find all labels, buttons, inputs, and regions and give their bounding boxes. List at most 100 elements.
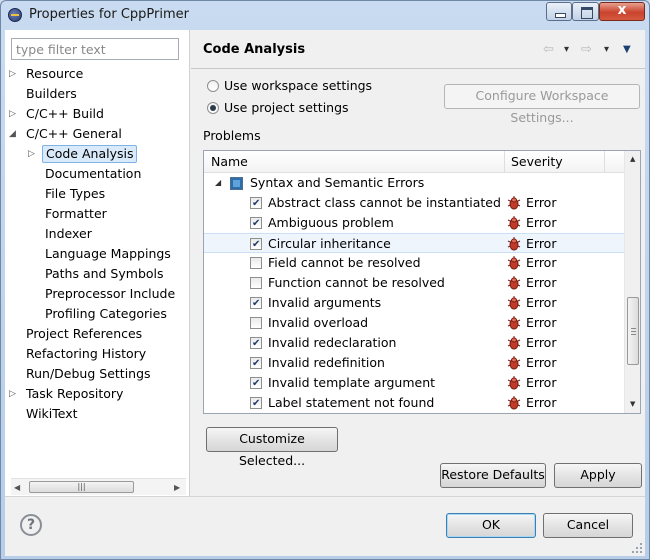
tree-item-label: Documentation — [45, 166, 142, 181]
problems-table[interactable]: Name Severity ◢ Syntax and Semantic Erro… — [203, 150, 641, 414]
tree-item[interactable]: Project References — [23, 325, 145, 345]
horizontal-scrollbar[interactable]: ◀ ||| ▶ — [11, 478, 186, 495]
severity-value[interactable]: Error — [526, 393, 556, 412]
tree-item[interactable]: Documentation — [42, 165, 144, 185]
tree-twisty-icon[interactable]: ▷ — [9, 65, 19, 83]
enable-checkbox[interactable] — [250, 394, 262, 413]
enable-checkbox[interactable] — [250, 194, 262, 213]
table-row[interactable]: Label statement not found Error — [204, 393, 624, 413]
tree-twisty-icon[interactable]: ▷ — [9, 105, 19, 123]
severity-value[interactable]: Error — [526, 273, 556, 292]
help-icon[interactable]: ? — [20, 514, 42, 536]
page-title: Code Analysis — [203, 42, 306, 57]
tree-item[interactable]: ◢ C/C++ General — [9, 125, 125, 145]
severity-value[interactable]: Error — [526, 213, 556, 232]
tree-item[interactable]: ▷ Task Repository — [9, 385, 126, 405]
tree-item[interactable]: File Types — [42, 185, 108, 205]
table-row[interactable]: Field cannot be resolved Error — [204, 253, 624, 273]
tree-item[interactable]: Builders — [23, 85, 80, 105]
problem-name: Function cannot be resolved — [268, 275, 445, 290]
customize-selected-button[interactable]: Customize Selected... — [206, 427, 338, 468]
enable-checkbox[interactable] — [250, 294, 262, 313]
tree-item[interactable]: WikiText — [23, 405, 81, 425]
maximize-button[interactable] — [572, 2, 599, 21]
table-row[interactable]: Invalid arguments Error — [204, 293, 624, 313]
column-header-name[interactable]: Name — [211, 154, 248, 169]
use-project-radio[interactable]: Use project settings — [207, 99, 349, 117]
view-menu-icon[interactable]: ▼ — [623, 44, 631, 55]
tree-item[interactable]: Profiling Categories — [42, 305, 170, 325]
tree-item[interactable]: ▷ C/C++ Build — [9, 105, 107, 125]
tree-item-label: Preprocessor Include — [45, 286, 176, 301]
column-header-severity[interactable]: Severity — [511, 154, 563, 169]
column-divider[interactable] — [504, 151, 505, 173]
scrollbar-thumb[interactable]: ||| — [29, 481, 134, 493]
tree-item[interactable]: Language Mappings — [42, 245, 174, 265]
table-row[interactable]: Ambiguous problem Error — [204, 213, 624, 233]
back-arrow-icon[interactable]: ⇦ — [543, 42, 554, 57]
enable-checkbox[interactable] — [250, 257, 262, 269]
vertical-scrollbar[interactable]: ▲ ▼ — [624, 151, 640, 413]
close-button[interactable]: x — [599, 2, 645, 21]
severity-value[interactable]: Error — [526, 373, 556, 392]
enable-checkbox[interactable] — [250, 214, 262, 233]
enable-checkbox[interactable] — [250, 354, 262, 373]
table-row[interactable]: Circular inheritance Error — [204, 233, 624, 254]
table-row[interactable]: Invalid template argument Error — [204, 373, 624, 393]
configure-workspace-button[interactable]: Configure Workspace Settings... — [444, 84, 640, 125]
table-row[interactable]: Invalid overload Error — [204, 313, 624, 333]
severity-value[interactable]: Error — [526, 313, 556, 332]
scroll-down-icon[interactable]: ▼ — [630, 400, 635, 408]
severity-value[interactable]: Error — [526, 193, 556, 212]
radio-indicator[interactable] — [207, 80, 219, 92]
expand-twisty-icon[interactable]: ◢ — [215, 173, 221, 192]
severity-value[interactable]: Error — [526, 333, 556, 352]
forward-menu-icon[interactable]: ▾ — [604, 44, 609, 55]
enable-checkbox[interactable] — [250, 277, 262, 289]
tree-item[interactable]: ▷ Code Analysis — [28, 145, 138, 165]
tree-item[interactable]: Run/Debug Settings — [23, 365, 154, 385]
severity-value[interactable]: Error — [526, 234, 556, 253]
radio-indicator[interactable] — [207, 102, 219, 114]
tree-item[interactable]: ▷ Resource — [9, 65, 86, 85]
tree-item[interactable]: Formatter — [42, 205, 110, 225]
problem-name: Field cannot be resolved — [268, 255, 421, 270]
group-row[interactable]: ◢ Syntax and Semantic Errors — [204, 173, 624, 193]
resize-grip-icon[interactable] — [631, 542, 643, 554]
filter-input[interactable] — [11, 38, 179, 60]
tree-twisty-icon[interactable]: ◢ — [9, 125, 19, 143]
tree-item[interactable]: Preprocessor Include — [42, 285, 178, 305]
severity-value[interactable]: Error — [526, 253, 556, 272]
ok-button[interactable]: OK — [446, 513, 536, 538]
title-bar[interactable]: Properties for CppPrimer x — [1, 1, 649, 31]
forward-arrow-icon[interactable]: ⇨ — [581, 42, 592, 57]
enable-checkbox[interactable] — [250, 317, 262, 329]
table-row[interactable]: Function cannot be resolved Error — [204, 273, 624, 293]
use-workspace-radio[interactable]: Use workspace settings — [207, 77, 372, 95]
severity-value[interactable]: Error — [526, 293, 556, 312]
back-menu-icon[interactable]: ▾ — [564, 44, 569, 55]
scroll-left-icon[interactable]: ◀ — [14, 483, 20, 492]
severity-value[interactable]: Error — [526, 353, 556, 372]
tree-item[interactable]: Indexer — [42, 225, 95, 245]
scroll-up-icon[interactable]: ▲ — [630, 155, 635, 163]
scrollbar-thumb[interactable] — [627, 297, 639, 365]
column-divider[interactable] — [604, 151, 605, 173]
tree-item-label: C/C++ Build — [26, 106, 104, 121]
enable-checkbox[interactable] — [250, 374, 262, 393]
tree-twisty-icon[interactable]: ▷ — [28, 145, 38, 163]
restore-defaults-button[interactable]: Restore Defaults — [440, 463, 546, 488]
minimize-button[interactable] — [546, 2, 572, 21]
table-row[interactable]: Abstract class cannot be instantiated Err… — [204, 193, 624, 213]
table-row[interactable]: Invalid redeclaration Error — [204, 333, 624, 353]
enable-checkbox[interactable] — [250, 334, 262, 353]
enable-checkbox[interactable] — [250, 235, 262, 254]
window-title: Properties for CppPrimer — [29, 7, 189, 22]
scroll-right-icon[interactable]: ▶ — [174, 483, 180, 492]
apply-button[interactable]: Apply — [554, 463, 642, 488]
tree-twisty-icon[interactable]: ▷ — [9, 385, 19, 403]
tree-item[interactable]: Refactoring History — [23, 345, 149, 365]
table-row[interactable]: Invalid redefinition Error — [204, 353, 624, 373]
tree-item[interactable]: Paths and Symbols — [42, 265, 167, 285]
cancel-button[interactable]: Cancel — [543, 513, 633, 538]
